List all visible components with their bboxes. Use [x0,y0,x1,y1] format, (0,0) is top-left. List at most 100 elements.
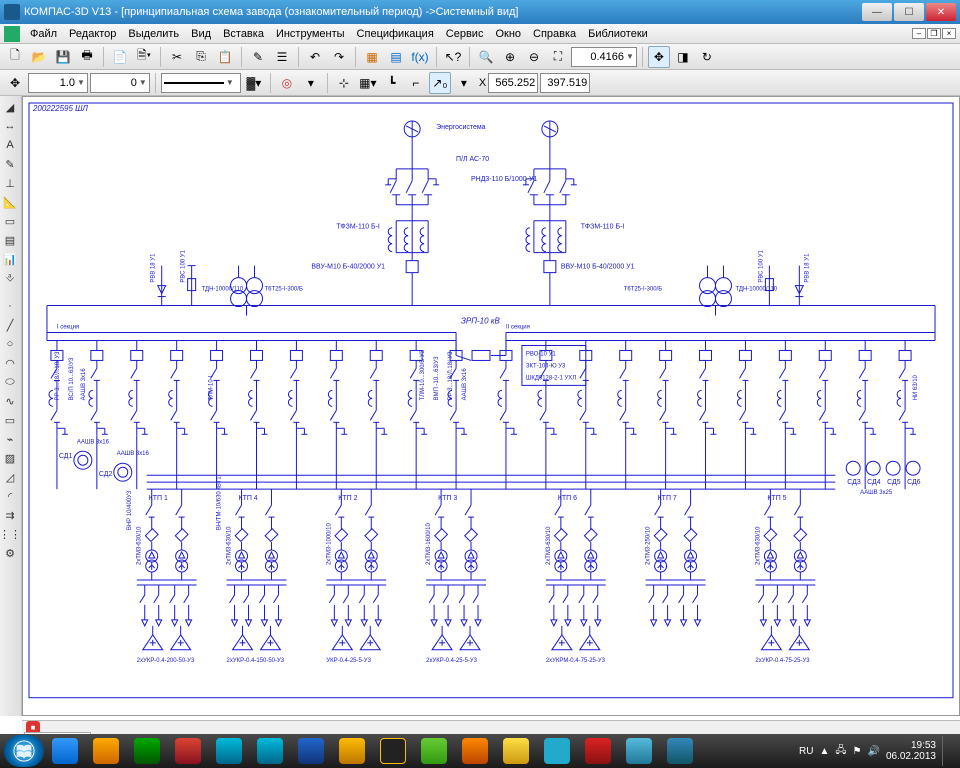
task-pdf[interactable] [578,735,618,767]
chamfer-tool[interactable]: ◿ [0,468,20,486]
linestyle-combo[interactable]: ▼ [161,73,241,93]
zoom-in-button[interactable]: ⊕ [499,46,521,68]
task-firefox[interactable] [455,735,495,767]
new-button[interactable]: 🗋 [4,46,26,68]
task-app2[interactable] [209,735,249,767]
task-app1[interactable] [168,735,208,767]
polar-button[interactable]: ⌐ [405,72,427,94]
snap-button[interactable]: ◎ [276,72,298,94]
color-button[interactable]: ▓▾ [243,72,265,94]
tray-clock[interactable]: 19:5306.02.2013 [886,740,936,762]
zoom-frame-button[interactable]: 🔍 [475,46,497,68]
ortho-button[interactable]: ┗ [381,72,403,94]
edit-tool[interactable]: ✎ [0,155,20,173]
undo-button[interactable]: ↶ [304,46,326,68]
close-button[interactable]: ✕ [926,3,956,21]
task-app5[interactable] [373,735,413,767]
offset-tool[interactable]: ⇉ [0,506,20,524]
maximize-button[interactable]: ☐ [894,3,924,21]
copy-button[interactable]: ⎘ [190,46,212,68]
task-ie[interactable] [45,735,85,767]
polyline-tool[interactable]: ⌁ [0,430,20,448]
select-tool[interactable]: ▭ [0,212,20,230]
spline-tool[interactable]: ∿ [0,392,20,410]
doc-dropdown[interactable]: 🗎▾ [133,46,155,68]
save-button[interactable]: 💾 [52,46,74,68]
refresh-button[interactable]: ↻ [696,46,718,68]
task-app6[interactable] [537,735,577,767]
circle-tool[interactable]: ○ [0,335,20,353]
preview-button[interactable]: 📄 [109,46,131,68]
help-cursor-button[interactable]: ↖? [442,46,464,68]
measure-tool[interactable]: 📐 [0,193,20,211]
manager-button[interactable]: ▦ [361,46,383,68]
mdi-restore-button[interactable]: ❐ [927,28,941,39]
task-skype[interactable] [250,735,290,767]
menu-help[interactable]: Справка [527,28,582,40]
menu-file[interactable]: Файл [24,28,63,40]
text-tool[interactable]: A [0,136,20,154]
task-app4[interactable] [332,735,372,767]
menu-spec[interactable]: Спецификация [351,28,440,40]
zoom-value[interactable] [574,51,624,63]
ellipse-tool[interactable]: ⬭ [0,373,20,391]
pan-button[interactable]: ✥ [648,46,670,68]
vars-button[interactable]: f(x) [409,46,431,68]
task-app3[interactable] [291,735,331,767]
task-explorer[interactable] [86,735,126,767]
menu-view[interactable]: Вид [185,28,217,40]
fillet-tool[interactable]: ◜ [0,487,20,505]
tray-action-icon[interactable]: ⚑ [853,746,862,757]
show-desktop-button[interactable] [942,736,950,766]
menu-lib[interactable]: Библиотеки [582,28,654,40]
insert-tool[interactable]: ⎀ [0,269,20,287]
zoom-combo[interactable]: ▼ [571,47,637,67]
assembly-tool[interactable]: ⚙ [0,544,20,562]
task-utorrent[interactable] [414,735,454,767]
tray-vol-icon[interactable]: 🔊 [867,746,879,757]
line-tool[interactable]: ╱ [0,316,20,334]
array-tool[interactable]: ⋮⋮ [0,525,20,543]
mdi-close-button[interactable]: × [942,28,956,39]
redo-button[interactable]: ↷ [328,46,350,68]
layer-combo[interactable]: ▼ [90,73,150,93]
brush-button[interactable]: ✎ [247,46,269,68]
print-button[interactable]: 🖶 [76,46,98,68]
linewidth-combo[interactable]: ▼ [28,73,88,93]
coord-y[interactable] [540,73,590,93]
menu-window[interactable]: Окно [489,28,527,40]
rect-tool[interactable]: ▭ [0,411,20,429]
minimize-button[interactable]: — [862,3,892,21]
drawing-canvas[interactable]: .s { stroke:#1919d0; stroke-width:1; fil… [22,96,960,716]
task-chrome[interactable] [496,735,536,767]
geom-tool[interactable]: ◢ [0,98,20,116]
prev-view-button[interactable]: ◨ [672,46,694,68]
spec-tool[interactable]: ▤ [0,231,20,249]
props-button[interactable]: ☰ [271,46,293,68]
coord-x[interactable] [488,73,538,93]
snap-menu[interactable]: ▾ [300,72,322,94]
mdi-min-button[interactable]: – [912,28,926,39]
report-tool[interactable]: 📊 [0,250,20,268]
osnap-button[interactable]: ⊹ [333,72,355,94]
layers-button[interactable]: ▤ [385,46,407,68]
param-tool[interactable]: ⊥ [0,174,20,192]
menu-select[interactable]: Выделить [122,28,185,40]
tray-net-icon[interactable]: 🖧 [835,743,846,760]
cursor-button[interactable]: ✥ [4,72,26,94]
task-app7[interactable] [619,735,659,767]
arc-tool[interactable]: ◠ [0,354,20,372]
round-button[interactable]: ↗₀ [429,72,451,94]
local-cs-button[interactable]: ▾ [453,72,475,94]
open-button[interactable]: 📂 [28,46,50,68]
task-kompas[interactable] [660,735,700,767]
zoom-out-button[interactable]: ⊖ [523,46,545,68]
menu-insert[interactable]: Вставка [217,28,270,40]
point-tool[interactable]: · [0,297,20,315]
tray-lang[interactable]: RU [799,746,813,757]
dim-tool[interactable]: ↔ [0,117,20,135]
hatch-tool[interactable]: ▨ [0,449,20,467]
menu-tools[interactable]: Инструменты [270,28,351,40]
menu-service[interactable]: Сервис [440,28,490,40]
menu-editor[interactable]: Редактор [63,28,122,40]
